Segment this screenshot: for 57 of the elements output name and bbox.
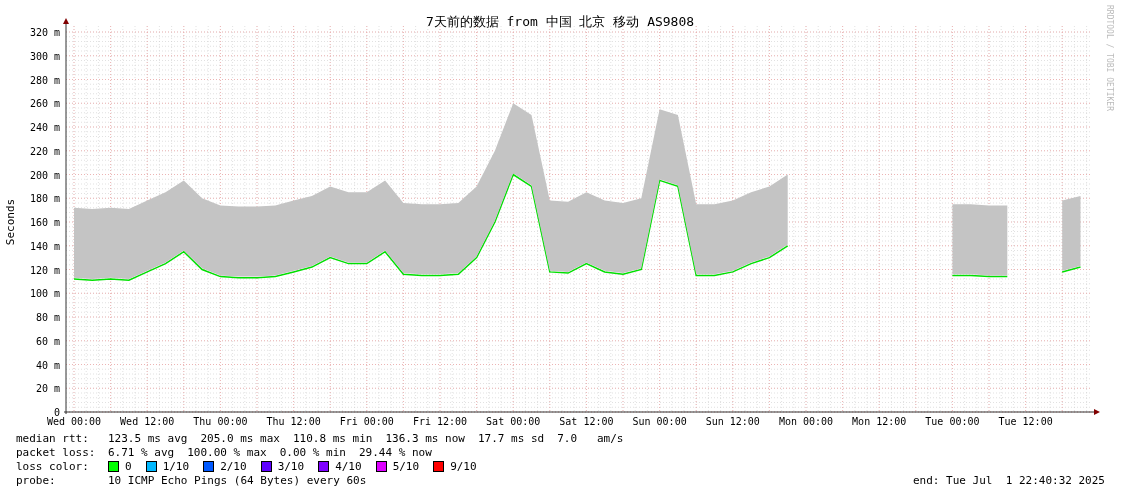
x-tick-label: Sun 00:00 xyxy=(632,416,687,427)
loss-level-label: 5/10 xyxy=(392,459,420,473)
loss-level-label: 9/10 xyxy=(450,459,477,473)
loss-level-label: 4/10 xyxy=(335,459,362,473)
stat-value: 17.7 ms sd xyxy=(477,431,545,445)
stat-value: 110.8 ms min xyxy=(292,431,373,445)
x-tick-label: Sun 12:00 xyxy=(705,416,760,427)
stat-label: median rtt: xyxy=(16,431,90,445)
y-tick-label: 140 m xyxy=(29,240,60,252)
y-tick-label: 220 m xyxy=(29,145,60,157)
probe-label: probe: xyxy=(16,473,57,487)
y-tick-label: 100 m xyxy=(29,288,60,300)
y-tick-label: 20 m xyxy=(35,383,60,395)
y-tick-label: 320 m xyxy=(29,27,60,38)
y-tick-label: 260 m xyxy=(29,98,60,110)
x-tick-label: Fri 00:00 xyxy=(339,416,394,427)
stat-value: 123.5 ms avg xyxy=(108,431,188,445)
stat-value: 136.3 ms now xyxy=(385,431,465,445)
loss-level-label: 1/10 xyxy=(162,459,190,473)
y-tick-label: 60 m xyxy=(35,335,60,347)
stat-value: 29.44 % now xyxy=(358,445,432,459)
y-tick-label: 180 m xyxy=(29,193,60,205)
x-tick-label: Tue 12:00 xyxy=(998,416,1053,427)
stat-value: 7.0 am/s xyxy=(557,431,624,445)
x-tick-label: Mon 00:00 xyxy=(778,416,834,427)
x-tick-label: Tue 00:00 xyxy=(925,416,980,427)
y-tick-label: 280 m xyxy=(29,74,60,86)
y-tick-label: 200 m xyxy=(29,169,60,181)
chart-title: 7天前的数据 from 中国 北京 移动 AS9808 xyxy=(425,14,695,29)
x-tick-label: Sat 00:00 xyxy=(486,416,541,427)
x-tick-label: Thu 00:00 xyxy=(193,416,248,427)
loss-level-label: 3/10 xyxy=(277,459,305,473)
y-tick-label: 160 m xyxy=(29,217,60,228)
x-tick-label: Wed 00:00 xyxy=(46,416,102,427)
x-tick-label: Wed 12:00 xyxy=(120,416,175,427)
probe-text: 10 ICMP Echo Pings (64 Bytes) every 60s xyxy=(108,473,367,487)
loss-level-label: 0 xyxy=(125,459,132,473)
loss-level-label: 2/10 xyxy=(220,459,247,473)
y-tick-label: 40 m xyxy=(35,359,60,371)
stat-value: 100.00 % max xyxy=(187,445,267,459)
credit-text: RRDTOOL / TOBI OETIKER xyxy=(1105,5,1114,111)
x-tick-label: Fri 12:00 xyxy=(412,416,468,427)
end-time: end: Tue Jul 1 22:40:32 2025 xyxy=(912,473,1105,487)
stat-value: 205.0 ms max xyxy=(200,431,280,445)
y-tick-label: 240 m xyxy=(29,122,60,133)
x-tick-label: Thu 12:00 xyxy=(266,416,321,427)
x-tick-label: Mon 12:00 xyxy=(852,416,907,427)
axis-title: Seconds xyxy=(4,198,17,246)
loss-color-label: loss color: xyxy=(16,459,90,473)
y-tick-label: 120 m xyxy=(29,264,60,276)
stat-value: 0.00 % min xyxy=(279,445,346,459)
y-tick-label: 80 m xyxy=(35,312,60,323)
stat-value: 6.71 % avg xyxy=(108,445,175,459)
y-tick-label: 300 m xyxy=(29,50,60,62)
x-tick-label: Sat 12:00 xyxy=(559,416,614,427)
y-tick-label: 0 xyxy=(53,407,60,418)
stat-label: packet loss: xyxy=(16,445,97,459)
